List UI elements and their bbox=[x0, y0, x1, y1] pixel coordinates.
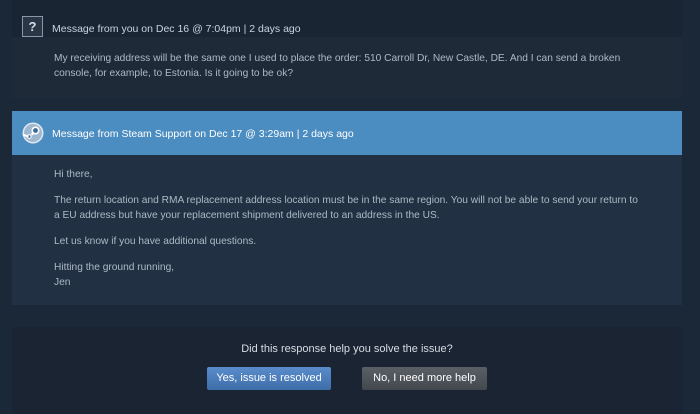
feedback-question: Did this response help you solve the iss… bbox=[241, 343, 453, 355]
message-header: ? Message from you on Dec 16 @ 7:04pm | … bbox=[12, 0, 682, 37]
message-paragraph: Let us know if you have additional quest… bbox=[54, 236, 257, 247]
message-paragraph: Hitting the ground running, bbox=[54, 262, 175, 273]
message-signature: Jen bbox=[54, 277, 71, 288]
message-from-support: Message from Steam Support on Dec 17 @ 3… bbox=[12, 111, 682, 305]
message-author-line: Message from Steam Support on Dec 17 @ 3… bbox=[52, 128, 354, 140]
issue-resolved-button[interactable]: Yes, issue is resolved bbox=[207, 367, 331, 390]
message-body: My receiving address will be the same on… bbox=[54, 53, 621, 79]
message-paragraph: The return location and RMA replacement … bbox=[54, 195, 638, 221]
need-more-help-button[interactable]: No, I need more help bbox=[362, 367, 487, 390]
steam-logo-icon bbox=[22, 122, 44, 144]
message-header: Message from Steam Support on Dec 17 @ 3… bbox=[12, 111, 682, 155]
message-from-user: ? Message from you on Dec 16 @ 7:04pm | … bbox=[12, 0, 682, 98]
message-body: Hi there, The return location and RMA re… bbox=[54, 167, 644, 290]
message-paragraph: Hi there, bbox=[54, 169, 93, 180]
resolution-feedback-panel: Did this response help you solve the iss… bbox=[12, 327, 682, 414]
message-author-line: Message from you on Dec 16 @ 7:04pm | 2 … bbox=[52, 23, 301, 35]
question-mark-icon: ? bbox=[22, 16, 43, 37]
